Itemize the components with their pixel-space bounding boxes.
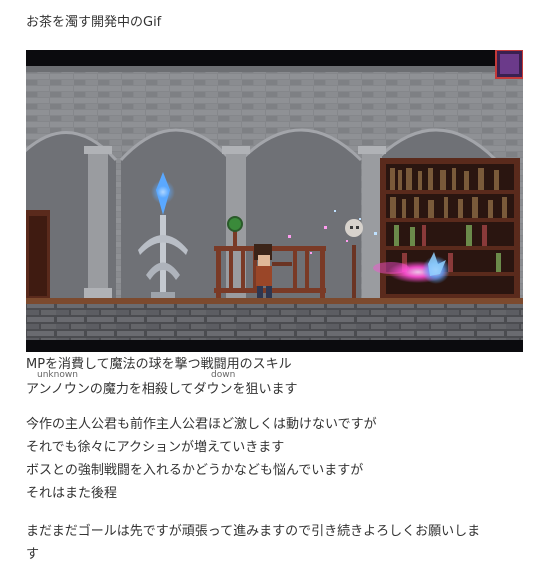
paragraph-1-line: それはまた後程 — [26, 486, 118, 501]
paragraph-1-line: 今作の主人公君も前作主人公君ほど激しくは動けないですが — [26, 417, 377, 432]
ruby-unknown: unknown — [37, 370, 78, 380]
caption-line-2: アンノウンの魔力を相殺してダウンを狙います — [26, 382, 298, 397]
corner-thumbnail — [495, 50, 523, 79]
paragraph-2-line: す — [26, 547, 40, 562]
paragraph-1: 今作の主人公君も前作主人公君ほど激しくは動けないですが それでも徐々にアクション… — [26, 413, 377, 505]
paragraph-1-line: ボスとの強制戦闘を入れるかどうかなども悩んでいますが — [26, 463, 364, 478]
ruby-down: down — [211, 370, 236, 380]
intro-text: お茶を濁す開発中のGif — [26, 15, 162, 30]
paragraph-2: まだまだゴールは先ですが頑張って進みますので引き続きよろしくお願いしま す — [26, 520, 480, 566]
paragraph-1-line: それでも徐々にアクションが増えていきます — [26, 440, 285, 455]
gameplay-gif — [26, 50, 523, 352]
gameplay-scene — [26, 50, 523, 352]
paragraph-2-line: まだまだゴールは先ですが頑張って進みますので引き続きよろしくお願いしま — [26, 524, 481, 539]
